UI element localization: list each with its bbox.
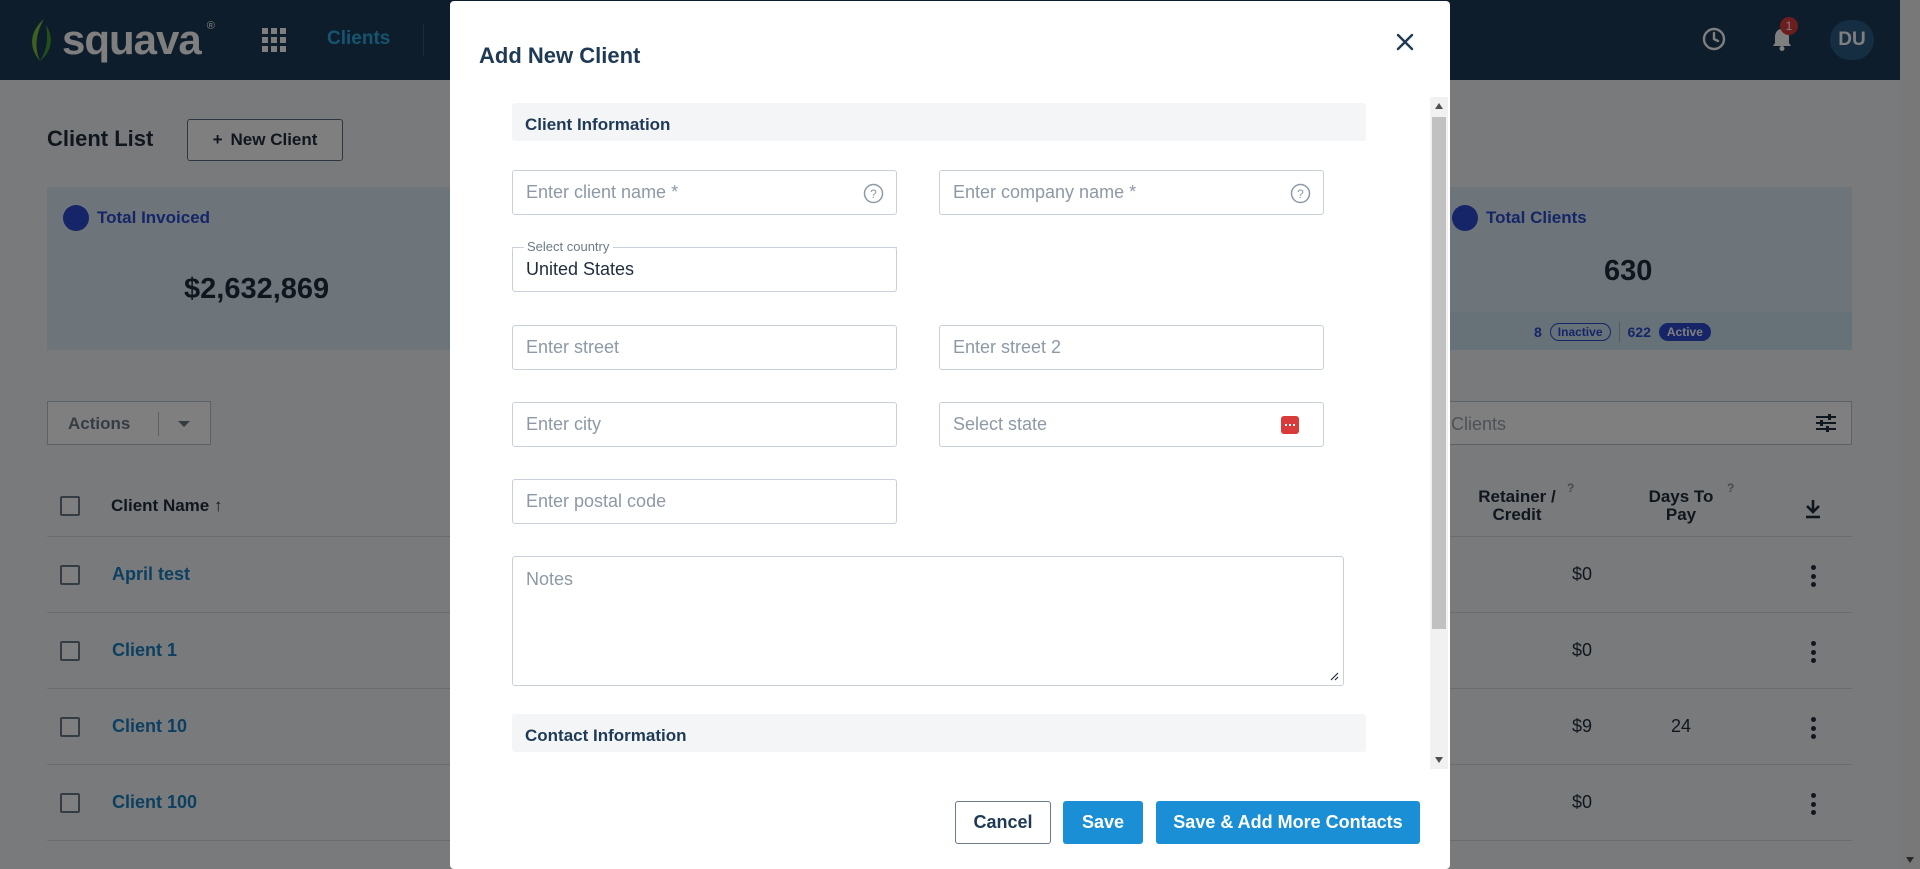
scroll-down-arrow-icon[interactable] <box>1435 757 1443 763</box>
company-name-input[interactable] <box>940 171 1323 214</box>
street2-field[interactable] <box>939 325 1324 370</box>
help-circle-icon[interactable]: ? <box>863 183 884 204</box>
help-circle-icon[interactable]: ? <box>1290 183 1311 204</box>
notes-field[interactable] <box>512 556 1344 686</box>
scroll-up-arrow-icon[interactable] <box>1435 103 1443 109</box>
country-value: United States <box>526 259 635 279</box>
svg-text:?: ? <box>1297 187 1304 201</box>
notes-textarea[interactable] <box>513 557 1343 685</box>
state-input[interactable] <box>940 403 1323 446</box>
section-client-information: Client Information <box>512 103 1366 141</box>
country-label: Select country <box>525 239 612 254</box>
modal-scroll-area: Client Information ? ? Select country Un… <box>450 97 1450 769</box>
add-client-modal: Add New Client Client Information ? ? Se… <box>450 1 1450 869</box>
street2-input[interactable] <box>940 326 1323 369</box>
street-input[interactable] <box>513 326 896 369</box>
section-contact-information: Contact Information <box>512 714 1366 752</box>
resize-grip-icon[interactable] <box>1329 671 1339 681</box>
svg-text:?: ? <box>870 187 877 201</box>
street-field[interactable] <box>512 325 897 370</box>
postal-code-input[interactable] <box>513 480 896 523</box>
save-button[interactable]: Save <box>1063 801 1143 844</box>
postal-code-field[interactable] <box>512 479 897 524</box>
scrollbar-thumb[interactable] <box>1432 117 1446 629</box>
modal-scrollbar[interactable] <box>1430 97 1448 769</box>
close-icon[interactable] <box>1394 31 1416 53</box>
client-name-input[interactable] <box>513 171 896 214</box>
company-name-field[interactable]: ? <box>939 170 1324 215</box>
modal-title: Add New Client <box>479 43 641 68</box>
cancel-button[interactable]: Cancel <box>955 801 1051 844</box>
country-select[interactable]: Select country United States <box>512 239 897 292</box>
save-and-add-contacts-button[interactable]: Save & Add More Contacts <box>1156 801 1420 844</box>
options-dots-icon[interactable] <box>1281 416 1299 434</box>
state-select[interactable] <box>939 402 1324 447</box>
client-name-field[interactable]: ? <box>512 170 897 215</box>
city-field[interactable] <box>512 402 897 447</box>
city-input[interactable] <box>513 403 896 446</box>
